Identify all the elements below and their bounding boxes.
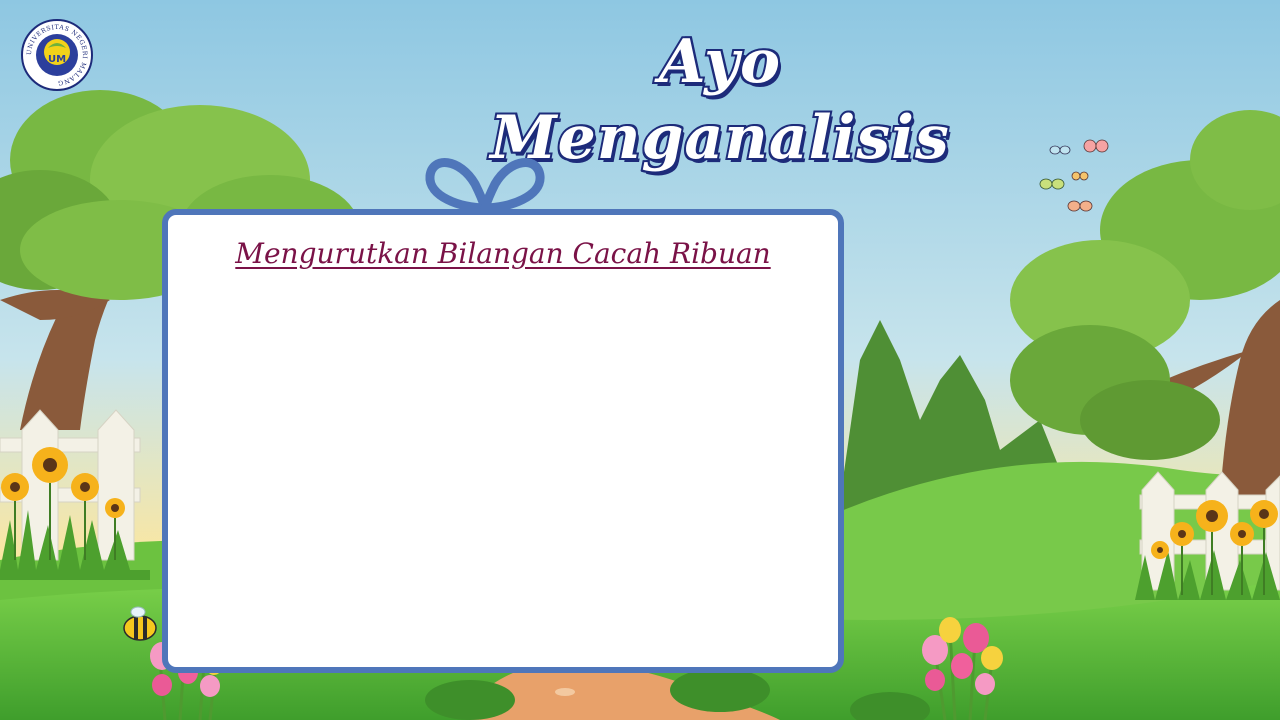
logo-monogram: UM [48,54,66,65]
board-heading: Mengurutkan Bilangan Cacah Ribuan [235,237,771,270]
university-logo: UM UNIVERSITAS NEGERI MALANG [20,18,94,92]
university-emblem-icon: UM UNIVERSITAS NEGERI MALANG [21,19,93,91]
header: Ayo Menganalisis [470,18,970,175]
board-bow-icon [425,158,545,213]
content-board: Mengurutkan Bilangan Cacah Ribuan [162,209,844,673]
